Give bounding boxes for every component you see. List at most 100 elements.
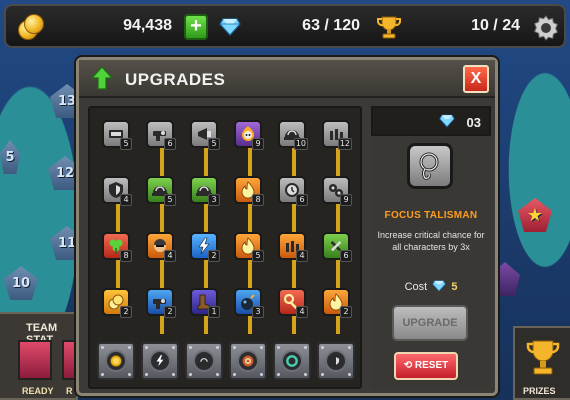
upgrade-detail-pane: 03 FOCUS TALISMAN Increase critical chan… [371,106,491,389]
upgrade-connector [292,316,296,334]
cost-row: Cost 5 [371,280,491,295]
upgrade-slot[interactable]: 5 [102,120,132,150]
upgrades-header: UPGRADES X [79,60,495,98]
upgrade-level: 5 [208,138,220,150]
map-level-node[interactable]: 10 [4,266,38,300]
trophy-icon [525,338,561,383]
upgrade-slot[interactable]: 12 [322,120,352,150]
upgrade-slot[interactable]: 9 [322,176,352,206]
trophy-count: 10 / 24 [471,17,520,34]
upgrade-connector [204,316,208,334]
upgrade-slot[interactable]: 10 [278,120,308,150]
ability-base-slot[interactable] [229,342,267,380]
upgrade-level: 3 [208,194,220,206]
helmet-icon [197,357,211,366]
upgrade-slot[interactable]: 2 [190,232,220,262]
upgrade-level: 2 [120,306,132,318]
upgrades-dialog: UPGRADES X 5 6 5 9 10 12 4 5 3 8 6 9 8 4 2 5 4 6 2 2 1 3 4 2 03… [76,57,498,396]
upgrade-connector [160,204,164,232]
prizes-button[interactable]: PRIZES [513,326,570,400]
upgrade-level: 5 [252,250,264,262]
upgrade-connector [292,260,296,288]
upgrade-slot[interactable]: 2 [322,288,352,318]
team-member-slot[interactable] [18,340,52,380]
upgrade-connector [160,316,164,334]
prizes-label: PRIZES [523,386,556,396]
map-level-node[interactable]: 5 [0,140,20,174]
upgrade-slot[interactable]: 5 [190,120,220,150]
upgrade-level: 4 [120,194,132,206]
upgrade-slot[interactable]: 5 [234,232,264,262]
star-icon: ★ [526,204,544,226]
upgrade-slot[interactable]: 3 [234,288,264,318]
reset-icon: ⟲ [403,360,415,371]
reset-label: RESET [414,360,449,371]
upgrade-level: 4 [296,306,308,318]
team-status-ready: READY [22,386,54,396]
upgrade-level: 5 [164,194,176,206]
upgrade-slot[interactable]: 2 [102,288,132,318]
diamond-icon [432,280,447,295]
upgrade-connector [292,204,296,232]
upgrade-slot[interactable]: 2 [146,288,176,318]
upgrade-connector [292,148,296,176]
coin-icon [110,355,122,367]
upgrade-connector [248,260,252,288]
upgrade-connector [248,316,252,334]
ability-base-slot[interactable] [273,342,311,380]
gear-icon[interactable] [531,13,561,43]
upgrade-connector [248,204,252,232]
upgrade-level: 2 [340,306,352,318]
upgrade-slot[interactable]: 4 [278,232,308,262]
upgrade-slot[interactable]: 8 [234,176,264,206]
upgrade-connector [204,204,208,232]
upgrade-level: 8 [120,250,132,262]
upgrade-level: 8 [252,194,264,206]
upgrade-tree: 5 6 5 9 10 12 4 5 3 8 6 9 8 4 2 5 4 6 2 2 1 3 4 2 [88,106,362,389]
upgrade-level: 4 [296,250,308,262]
upgrade-level: 9 [252,138,264,150]
ability-base-slot[interactable] [141,342,179,380]
close-button[interactable]: X [463,65,489,93]
upgrade-slot[interactable]: 4 [146,232,176,262]
available-gems: 03 [466,115,481,130]
upgrade-level: 6 [164,138,176,150]
shield-icon [330,354,342,368]
map-node-number: 13 [57,93,77,109]
upgrade-slot[interactable]: 1 [190,288,220,318]
upgrade-level: 5 [120,138,132,150]
upgrade-slot[interactable]: 4 [102,176,132,206]
ability-base-slot[interactable] [185,342,223,380]
item-name: FOCUS TALISMAN [384,210,478,221]
upgrade-slot[interactable]: 6 [278,176,308,206]
buy-coins-button[interactable]: + [184,14,208,40]
upgrade-slot[interactable]: 4 [278,288,308,318]
upgrade-connector [204,148,208,176]
team-status-partial: R [66,386,73,396]
upgrade-slot[interactable]: 9 [234,120,264,150]
focus-talisman-icon [407,143,453,189]
item-description: Increase critical chance for all charact… [377,230,485,252]
upgrade-level: 6 [340,250,352,262]
ability-base-slot[interactable] [97,342,135,380]
upgrade-level: 3 [252,306,264,318]
upgrade-level: 12 [337,138,352,150]
ability-base-slot[interactable] [317,342,355,380]
lightning-icon [155,354,165,368]
map-star-node[interactable]: ★ [518,198,552,232]
upgrade-slot[interactable]: 5 [146,176,176,206]
map-node-number: 10 [11,275,31,291]
upgrade-connector [336,148,340,176]
upgrade-connector [336,260,340,288]
upgrade-slot[interactable]: 8 [102,232,132,262]
upgrade-connector [116,204,120,232]
upgrade-button[interactable]: UPGRADE [392,305,468,341]
upgrade-connector [160,148,164,176]
upgrade-slot[interactable]: 6 [146,120,176,150]
target-icon [242,355,254,367]
coin-count: 94,438 [123,17,172,34]
map-node-number: 11 [57,235,77,251]
upgrade-slot[interactable]: 3 [190,176,220,206]
upgrade-slot[interactable]: 6 [322,232,352,262]
reset-button[interactable]: ⟲ RESET [394,352,458,380]
